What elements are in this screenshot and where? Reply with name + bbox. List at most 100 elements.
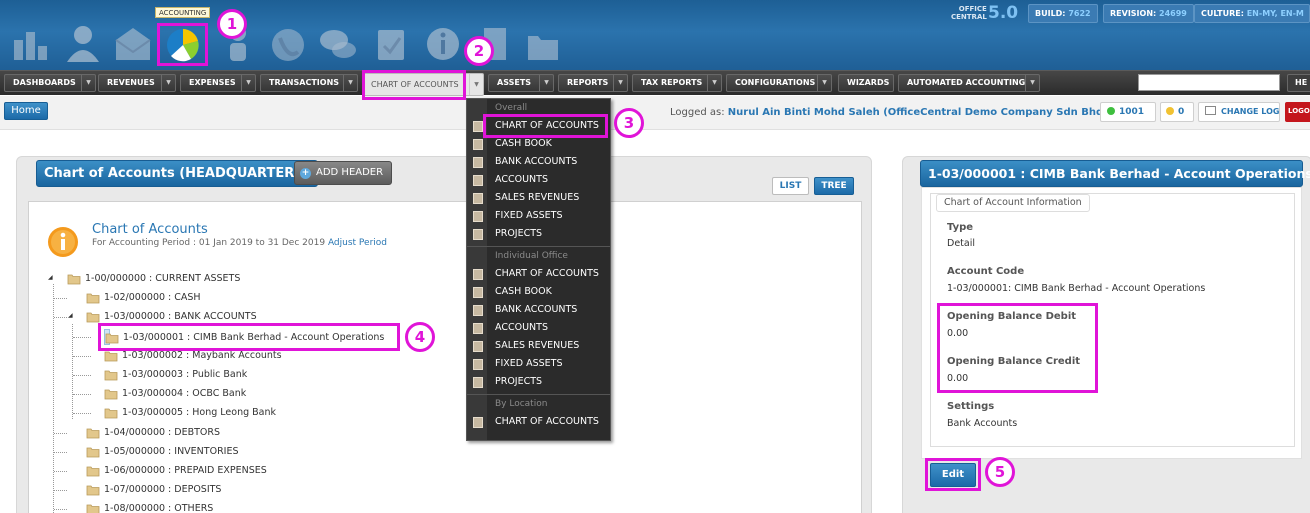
tooltip-accounting: ACCOUNTING — [155, 7, 211, 18]
chevron-down-icon[interactable]: ▼ — [343, 75, 357, 91]
adjust-period-link[interactable]: Adjust Period — [328, 238, 387, 248]
list-view-button[interactable]: LIST — [772, 177, 809, 195]
tree-connector — [54, 490, 67, 491]
menu-automated-accounting[interactable]: AUTOMATED ACCOUNTING ▼ — [898, 74, 1040, 92]
plus-icon: + — [300, 168, 311, 179]
ledger-icon — [473, 417, 483, 428]
type-value: Detail — [947, 238, 975, 249]
dropdown-item[interactable]: PROJECTS — [467, 373, 610, 391]
dropdown-item-label: BANK ACCOUNTS — [495, 304, 578, 315]
menu-label: REVENUES — [107, 78, 155, 87]
dropdown-item[interactable]: FIXED ASSETS — [467, 207, 610, 225]
menu-wizards[interactable]: WIZARDS — [838, 74, 894, 92]
dropdown-item[interactable]: CHART OF ACCOUNTS — [467, 265, 610, 283]
settings-value: Bank Accounts — [947, 418, 1018, 429]
folder-icon[interactable] — [520, 20, 566, 66]
chevron-down-icon[interactable]: ▼ — [539, 75, 553, 91]
search-input[interactable] — [1138, 74, 1280, 91]
folder-icon — [104, 350, 118, 362]
dropdown-item-label: CHART OF ACCOUNTS — [495, 268, 599, 279]
dropdown-item[interactable]: ACCOUNTS — [467, 171, 610, 189]
revision-value: 24699 — [1159, 9, 1187, 18]
chevron-down-icon[interactable]: ▼ — [241, 75, 255, 91]
dropdown-section-title: Overall — [495, 103, 528, 113]
add-header-button[interactable]: + ADD HEADER — [294, 161, 393, 185]
tree-row-label: 1-07/000000 : DEPOSITS — [104, 484, 222, 495]
change-log-button[interactable]: CHANGE LOG — [1198, 102, 1280, 122]
menu-reports[interactable]: REPORTS ▼ — [558, 74, 628, 92]
menu-expenses[interactable]: EXPENSES ▼ — [180, 74, 256, 92]
menu-dashboards[interactable]: DASHBOARDS ▼ — [4, 74, 96, 92]
logout-button[interactable]: LOGO — [1285, 102, 1310, 122]
menu-label: EXPENSES — [189, 78, 236, 87]
menu-assets[interactable]: ASSETS ▼ — [488, 74, 554, 92]
dropdown-item[interactable]: SALES REVENUES — [467, 337, 610, 355]
annotation-badge-3: 3 — [614, 108, 644, 138]
account-code-value: 1-03/000001: CIMB Bank Berhad - Account … — [947, 283, 1206, 294]
chat-icon[interactable] — [315, 20, 361, 66]
folder-icon — [86, 484, 100, 496]
menu-configurations[interactable]: CONFIGURATIONS ▼ — [726, 74, 832, 92]
tree-row-label: 1-04/000000 : DEBTORS — [104, 427, 221, 438]
ledger-icon — [473, 121, 483, 132]
chevron-down-icon[interactable]: ▼ — [613, 75, 627, 91]
menu-tax-reports[interactable]: TAX REPORTS ▼ — [632, 74, 722, 92]
dropdown-item[interactable]: FIXED ASSETS — [467, 355, 610, 373]
dropdown-separator — [467, 246, 610, 247]
clipboard-icon[interactable] — [368, 20, 414, 66]
tree-view-button[interactable]: TREE — [814, 177, 854, 195]
ledger-icon — [473, 193, 483, 204]
chevron-down-icon[interactable]: ▼ — [817, 75, 831, 91]
dropdown-item[interactable]: BANK ACCOUNTS — [467, 153, 610, 171]
phone-icon[interactable] — [265, 20, 311, 66]
add-header-label: ADD HEADER — [316, 167, 384, 178]
office-central-logo: OFFICE CENTRAL — [951, 5, 987, 23]
menu-label: CONFIGURATIONS — [735, 78, 816, 87]
chevron-down-icon[interactable]: ▼ — [81, 75, 95, 91]
menu-label: REPORTS — [567, 78, 609, 87]
tree-row-label: 1-03/000004 : OCBC Bank — [122, 388, 247, 399]
dropdown-item-label: FIXED ASSETS — [495, 358, 563, 369]
chevron-down-icon[interactable]: ▼ — [1025, 75, 1039, 91]
folder-icon — [86, 446, 100, 458]
dropdown-item-label: SALES REVENUES — [495, 192, 580, 203]
menu-label: TAX REPORTS — [641, 78, 703, 87]
info-icon[interactable] — [420, 20, 466, 66]
dropdown-item[interactable]: PROJECTS — [467, 225, 610, 243]
highlight-box-5 — [925, 458, 981, 491]
tree-row-label: 1-06/000000 : PREPAID EXPENSES — [104, 465, 267, 476]
menu-transactions[interactable]: TRANSACTIONS ▼ — [260, 74, 358, 92]
collapse-icon[interactable]: ◢ — [48, 274, 53, 281]
tree-connector — [54, 298, 67, 299]
user-icon[interactable] — [60, 20, 106, 66]
annotation-badge-4: 4 — [405, 322, 435, 352]
logged-user[interactable]: Nurul Ain Binti Mohd Saleh (OfficeCentra… — [728, 107, 1108, 118]
tree-connector — [54, 317, 67, 318]
notification-count-button[interactable]: 1001 — [1100, 102, 1156, 122]
highlight-box-1 — [157, 23, 208, 66]
ledger-icon — [473, 229, 483, 240]
chevron-down-icon[interactable]: ▼ — [707, 75, 721, 91]
warning-count-button[interactable]: 0 — [1160, 102, 1194, 122]
dropdown-item[interactable]: SALES REVENUES — [467, 189, 610, 207]
help-button[interactable]: HE — [1287, 74, 1310, 92]
tree-connector — [54, 433, 67, 434]
folder-icon — [104, 388, 118, 400]
collapse-icon[interactable]: ◢ — [68, 312, 73, 319]
logged-as-text: Logged as: Nurul Ain Binti Mohd Saleh (O… — [670, 107, 1108, 118]
dropdown-item[interactable]: ACCOUNTS — [467, 319, 610, 337]
envelope-icon[interactable] — [110, 20, 156, 66]
dropdown-item[interactable]: CASH BOOK — [467, 283, 610, 301]
account-code-label: Account Code — [947, 266, 1025, 277]
warning-count: 0 — [1178, 107, 1185, 117]
dropdown-item[interactable]: BANK ACCOUNTS — [467, 301, 610, 319]
menu-label: ASSETS — [497, 78, 532, 87]
chevron-down-icon[interactable]: ▼ — [161, 75, 175, 91]
dropdown-item[interactable]: CHART OF ACCOUNTS — [467, 413, 610, 431]
menu-revenues[interactable]: REVENUES ▼ — [98, 74, 176, 92]
dropdown-item-label: CHART OF ACCOUNTS — [495, 416, 599, 427]
home-button[interactable]: Home — [4, 102, 48, 120]
chevron-down-icon[interactable]: ▼ — [469, 74, 483, 95]
culture-label: CULTURE: — [1201, 9, 1244, 18]
dashboard-icon[interactable] — [8, 20, 54, 66]
